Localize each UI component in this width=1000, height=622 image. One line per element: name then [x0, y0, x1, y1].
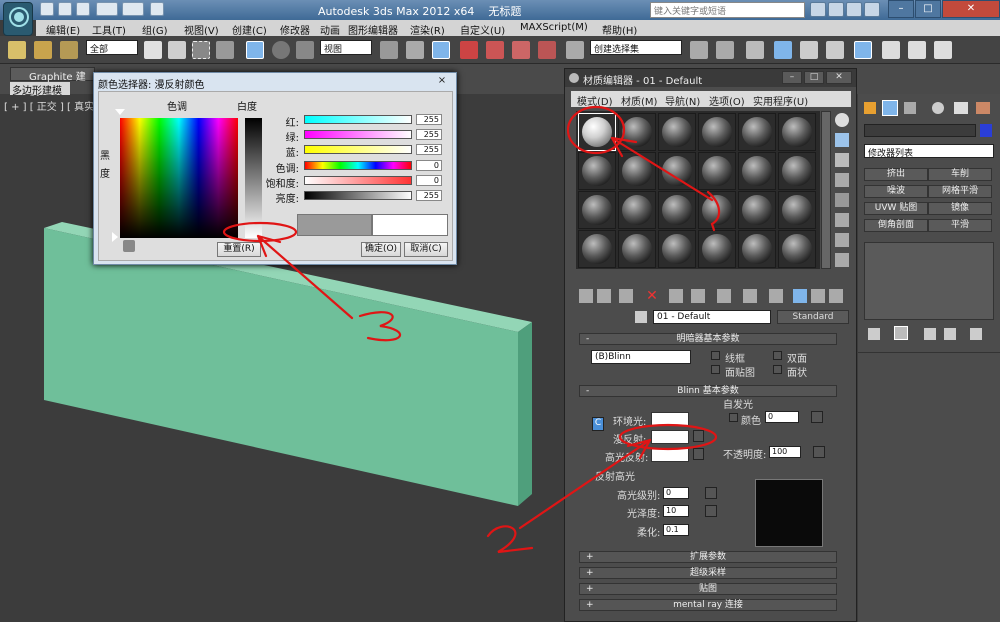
annotation-ellipse-diffuse — [618, 423, 718, 451]
annotation-number-2-glyph — [486, 525, 534, 554]
annotation-overlay — [222, 105, 721, 554]
annotation-arrow-1 — [610, 136, 714, 202]
annotation-arrow-3 — [256, 234, 354, 320]
annotation-number-3-glyph — [358, 311, 402, 342]
annotation-arrow-2 — [518, 438, 652, 530]
